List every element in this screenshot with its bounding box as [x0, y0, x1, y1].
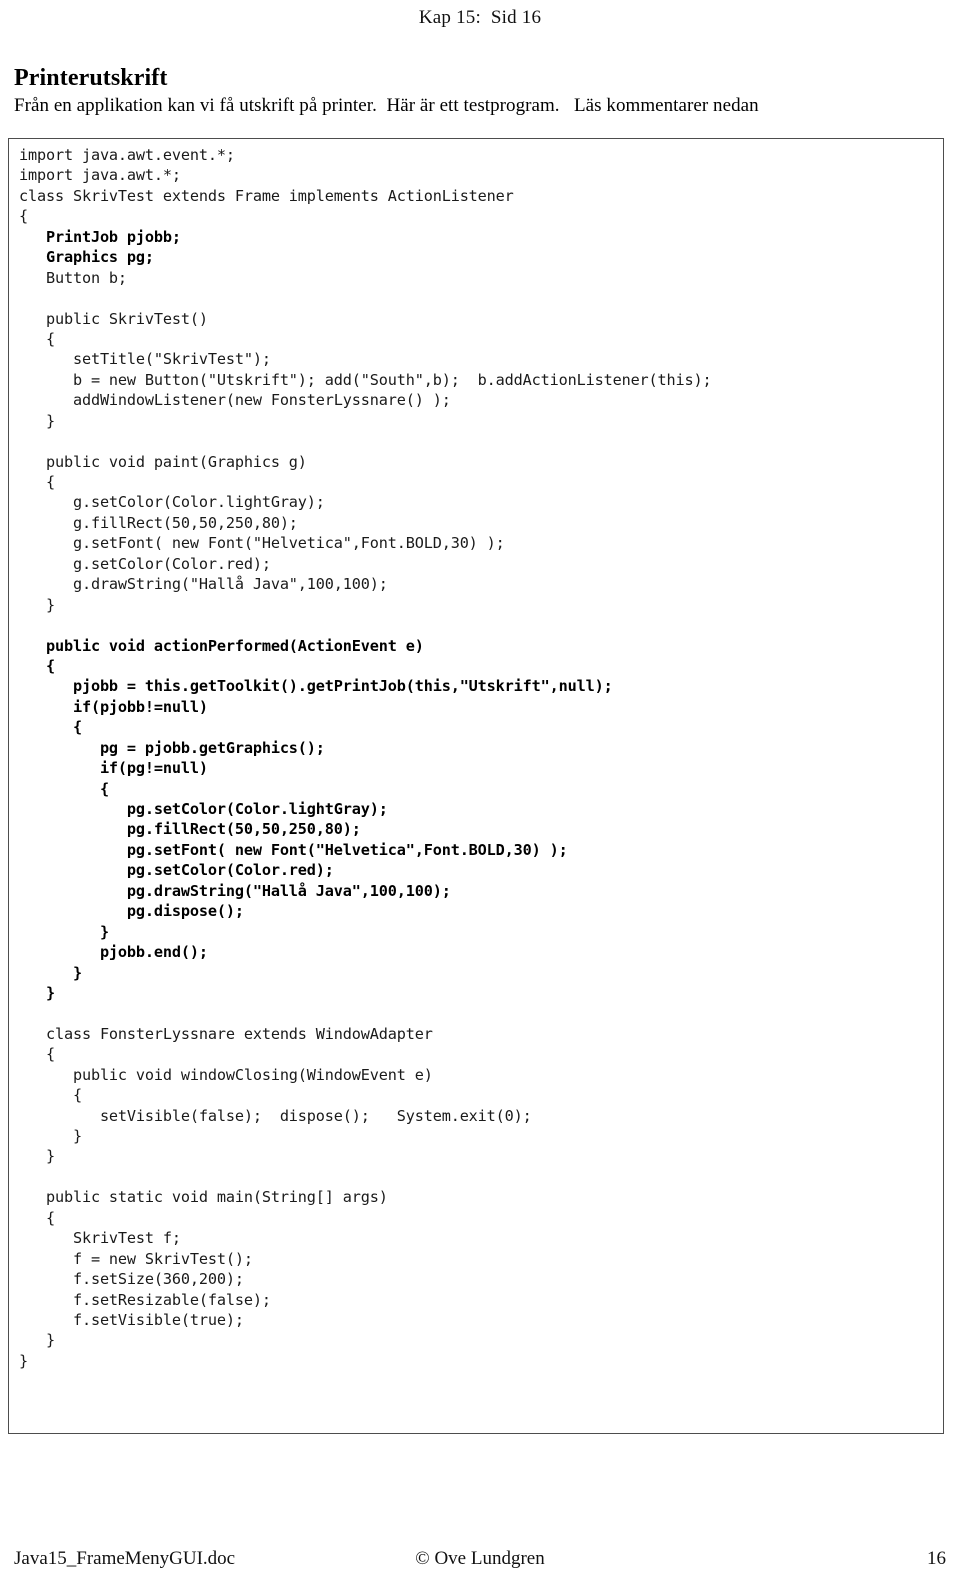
code-line: }: [19, 1351, 28, 1370]
code-line: public void paint(Graphics g): [19, 452, 307, 471]
code-line: if(pg!=null): [19, 759, 208, 778]
code-line: pg.setColor(Color.red);: [19, 861, 334, 880]
code-line: Graphics pg;: [19, 248, 154, 267]
footer-page-number: 16: [927, 1548, 946, 1569]
code-line: {: [19, 718, 82, 737]
code-line: public void windowClosing(WindowEvent e): [19, 1065, 433, 1084]
code-line: g.setFont( new Font("Helvetica",Font.BOL…: [19, 534, 505, 553]
code-line: {: [19, 473, 55, 491]
code-line: }: [19, 922, 109, 941]
code-line: }: [19, 983, 55, 1002]
code-line: pg.setColor(Color.lightGray);: [19, 800, 388, 818]
code-line: }: [19, 963, 82, 982]
code-line: public static void main(String[] args): [19, 1188, 388, 1207]
code-line: {: [19, 207, 28, 226]
document-page: Kap 15: Sid 16 Printerutskrift Från en a…: [0, 0, 960, 1591]
code-line: pg = pjobb.getGraphics();: [19, 738, 325, 757]
code-line: pg.fillRect(50,50,250,80);: [19, 820, 361, 839]
code-line: SkrivTest f;: [19, 1229, 181, 1248]
code-line: b = new Button("Utskrift"); add("South",…: [19, 370, 712, 389]
code-listing: import java.awt.event.*; import java.awt.…: [9, 139, 943, 1371]
code-line: {: [19, 779, 109, 798]
page-title: Printerutskrift: [14, 65, 168, 91]
code-line: if(pjobb!=null): [19, 697, 208, 716]
code-line: }: [19, 1331, 55, 1350]
code-line: g.setColor(Color.lightGray);: [19, 493, 325, 512]
code-line: import java.awt.*;: [19, 166, 181, 185]
code-listing-box: import java.awt.event.*; import java.awt.…: [8, 138, 944, 1434]
code-line: }: [19, 411, 55, 430]
code-line: g.setColor(Color.red);: [19, 554, 271, 573]
page-footer: Java15_FrameMenyGUI.doc © Ove Lundgren 1…: [14, 1546, 946, 1572]
code-line: PrintJob pjobb;: [19, 227, 181, 246]
code-line: addWindowListener(new FonsterLyssnare() …: [19, 391, 451, 410]
code-line: pjobb.end();: [19, 943, 208, 962]
code-line: Button b;: [19, 268, 127, 287]
code-line: }: [19, 1147, 55, 1166]
code-line: class FonsterLyssnare extends WindowAdap…: [19, 1024, 433, 1043]
running-header: Kap 15: Sid 16: [418, 7, 542, 28]
code-line: f = new SkrivTest();: [19, 1249, 253, 1268]
code-line: g.drawString("Hallå Java",100,100);: [19, 575, 388, 594]
code-line: class SkrivTest extends Frame implements…: [19, 186, 514, 205]
code-line: {: [19, 1045, 55, 1064]
code-line: {: [19, 656, 55, 675]
page-subtitle: Från en applikation kan vi få utskrift p…: [14, 95, 759, 116]
code-line: g.fillRect(50,50,250,80);: [19, 513, 298, 532]
code-line: {: [19, 1208, 55, 1227]
code-line: f.setVisible(true);: [19, 1310, 244, 1329]
code-line: }: [19, 1127, 82, 1145]
code-line: pjobb = this.getToolkit().getPrintJob(th…: [19, 677, 613, 696]
footer-copyright: © Ove Lundgren: [415, 1548, 545, 1569]
code-line: setTitle("SkrivTest");: [19, 350, 271, 369]
code-line: import java.awt.event.*;: [19, 146, 235, 164]
code-line: pg.dispose();: [19, 902, 244, 921]
code-line: public void actionPerformed(ActionEvent …: [19, 636, 424, 655]
code-line: f.setSize(360,200);: [19, 1270, 244, 1289]
title-block: Printerutskrift Från en applikation kan …: [14, 64, 944, 118]
code-line: {: [19, 329, 55, 348]
code-line: setVisible(false); dispose(); System.exi…: [19, 1106, 532, 1125]
code-line: pg.setFont( new Font("Helvetica",Font.BO…: [19, 840, 568, 859]
code-line: {: [19, 1086, 82, 1105]
code-line: }: [19, 595, 55, 614]
code-line: f.setResizable(false);: [19, 1290, 271, 1309]
code-line: pg.drawString("Hallå Java",100,100);: [19, 881, 451, 900]
code-line: public SkrivTest(): [19, 309, 208, 328]
